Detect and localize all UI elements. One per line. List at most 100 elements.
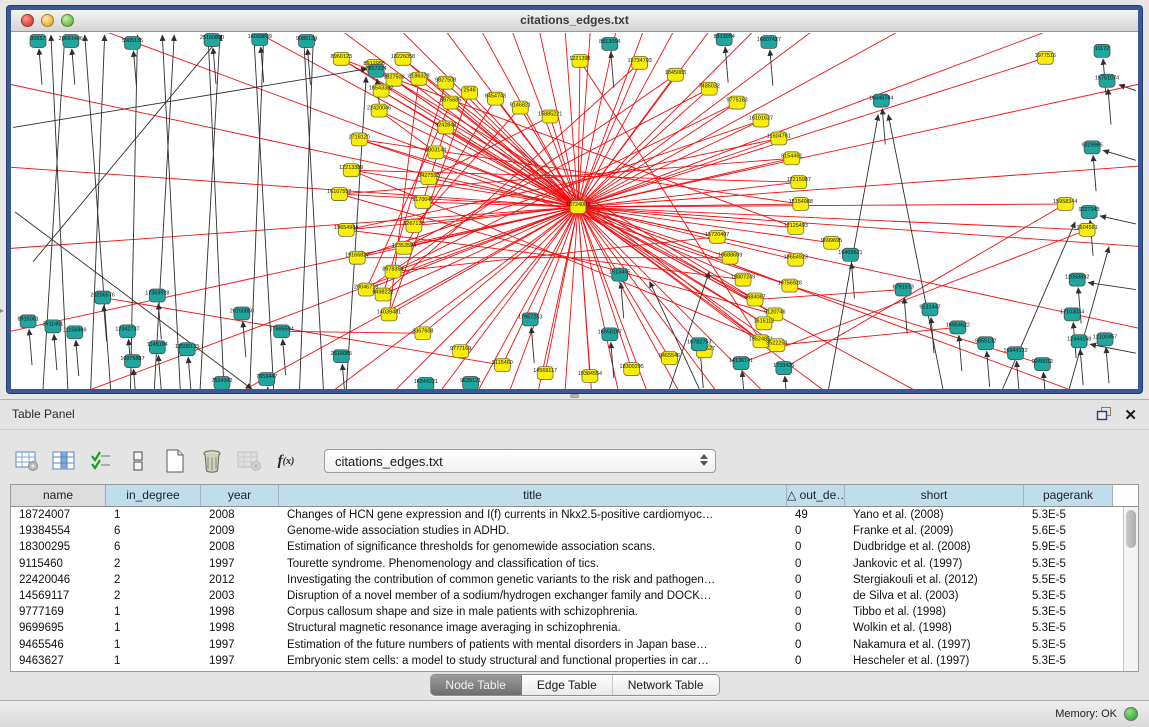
table-cell[interactable]: 5.5E-5 [1024,572,1113,588]
table-cell[interactable]: 0 [787,539,845,555]
zoom-light-icon[interactable] [61,14,74,27]
table-cell[interactable]: 0 [787,556,845,572]
column-header-in_degree[interactable]: in_degree [106,485,201,506]
table-cell[interactable]: Yano et al. (2008) [845,507,1024,523]
table-cell[interactable]: 6 [106,539,201,555]
table-cell[interactable]: 5.9E-5 [1024,539,1113,555]
table-cell[interactable]: 14569117 [11,588,106,604]
vertical-scrollbar[interactable] [1123,507,1138,671]
panel-collapse-handle[interactable]: ▸ [0,304,7,318]
table-cell[interactable]: 5.3E-5 [1024,507,1113,523]
table-cell[interactable]: Stergiakouli et al. (2012) [845,572,1024,588]
column-header-short[interactable]: short [845,485,1024,506]
column-header-title[interactable]: title [279,485,787,506]
table-cell[interactable]: Corpus callosum shape and size in male p… [279,604,787,620]
column-header-out_de[interactable]: △ out_de… [787,485,845,506]
table-cell[interactable]: 0 [787,637,845,653]
table-cell[interactable]: 1998 [201,604,279,620]
table-cell[interactable]: 0 [787,620,845,636]
table-cell[interactable]: 5.3E-5 [1024,620,1113,636]
table-cell[interactable]: Embryonic stem cells: a model to study s… [279,653,787,669]
scrollbar-thumb[interactable] [1126,510,1136,548]
table-cell[interactable]: Jankovic et al. (1997) [845,556,1024,572]
table-cell[interactable]: 0 [787,653,845,669]
table-cell[interactable]: Tourette syndrome. Phenomenology and cla… [279,556,787,572]
table-cell[interactable]: Hescheler et al. (1997) [845,653,1024,669]
table-row[interactable]: 1872400712008Changes of HCN gene express… [11,507,1123,523]
table-row[interactable]: 2242004622012Investigating the contribut… [11,572,1123,588]
table-cell[interactable]: 1 [106,620,201,636]
table-row[interactable]: 1830029562008Estimation of significance … [11,539,1123,555]
table-cell[interactable]: 2 [106,588,201,604]
table-row[interactable]: 946554611997Estimation of the future num… [11,637,1123,653]
table-row[interactable]: 969969511998Structural magnetic resonanc… [11,620,1123,636]
table-cell[interactable]: de Silva et al. (2003) [845,588,1024,604]
table-cell[interactable]: 0 [787,588,845,604]
show-columns-icon[interactable] [51,448,77,474]
table-cell[interactable]: 18724007 [11,507,106,523]
table-cell[interactable]: Franke et al. (2009) [845,523,1024,539]
table-cell[interactable]: 1998 [201,620,279,636]
table-cell[interactable]: 5.3E-5 [1024,653,1113,669]
table-cell[interactable]: 9465546 [11,637,106,653]
table-cell[interactable]: 0 [787,523,845,539]
table-selector-dropdown[interactable]: citations_edges.txt [324,449,716,473]
splitter-handle[interactable] [570,394,579,398]
table-cell[interactable]: 1 [106,653,201,669]
table-cell[interactable]: 2 [106,572,201,588]
table-cell[interactable]: Genome-wide association studies in ADHD. [279,523,787,539]
minimize-light-icon[interactable] [41,14,54,27]
table-cell[interactable]: 6 [106,523,201,539]
table-row[interactable]: 977716911998Corpus callosum shape and si… [11,604,1123,620]
close-light-icon[interactable] [21,14,34,27]
table-cell[interactable]: 1 [106,637,201,653]
tab-network-table[interactable]: Network Table [613,675,719,695]
table-cell[interactable]: 0 [787,604,845,620]
table-cell[interactable]: 19384554 [11,523,106,539]
delete-selected-icon[interactable] [199,448,225,474]
table-cell[interactable]: 2008 [201,507,279,523]
table-cell[interactable]: 1 [106,604,201,620]
delete-table-icon[interactable] [236,448,262,474]
table-cell[interactable]: 5.3E-5 [1024,556,1113,572]
table-cell[interactable]: 0 [787,572,845,588]
table-cell[interactable]: Nakamura et al. (1997) [845,637,1024,653]
table-row[interactable]: 946362711997Embryonic stem cells: a mode… [11,653,1123,669]
tab-edge-table[interactable]: Edge Table [522,675,613,695]
table-cell[interactable]: 1997 [201,556,279,572]
select-columns-icon[interactable] [88,448,114,474]
table-cell[interactable]: 2009 [201,523,279,539]
table-cell[interactable]: Tibbo et al. (1998) [845,604,1024,620]
table-cell[interactable]: 22420046 [11,572,106,588]
close-icon[interactable]: ✕ [1124,408,1137,424]
table-row[interactable]: 1938455462009Genome-wide association stu… [11,523,1123,539]
table-cell[interactable]: 2003 [201,588,279,604]
table-cell[interactable]: Estimation of significance thresholds fo… [279,539,787,555]
table-cell[interactable]: 2 [106,556,201,572]
table-cell[interactable]: 5.3E-5 [1024,604,1113,620]
table-cell[interactable]: 9777169 [11,604,106,620]
float-panel-icon[interactable] [1096,406,1112,426]
table-cell[interactable]: 18300295 [11,539,106,555]
table-cell[interactable]: 1997 [201,653,279,669]
table-cell[interactable]: 2008 [201,539,279,555]
table-cell[interactable]: 1997 [201,637,279,653]
table-cell[interactable]: 1 [106,507,201,523]
function-builder-icon[interactable]: f(x) [273,448,299,474]
table-cell[interactable]: 5.3E-5 [1024,588,1113,604]
table-cell[interactable]: Estimation of the future numbers of pati… [279,637,787,653]
column-header-name[interactable]: name [11,485,106,506]
table-cell[interactable]: 9699695 [11,620,106,636]
table-row[interactable]: 1456911722003Disruption of a novel membe… [11,588,1123,604]
table-cell[interactable]: Disruption of a novel member of a sodium… [279,588,787,604]
table-cell[interactable]: Wolkin et al. (1998) [845,620,1024,636]
table-cell[interactable]: 49 [787,507,845,523]
memory-ok-led-icon[interactable] [1124,707,1138,721]
table-cell[interactable]: Investigating the contribution of common… [279,572,787,588]
table-settings-icon[interactable] [14,448,40,474]
column-header-year[interactable]: year [201,485,279,506]
create-table-icon[interactable] [162,448,188,474]
table-cell[interactable]: 9115460 [11,556,106,572]
table-cell[interactable]: 5.6E-5 [1024,523,1113,539]
table-cell[interactable]: 2012 [201,572,279,588]
